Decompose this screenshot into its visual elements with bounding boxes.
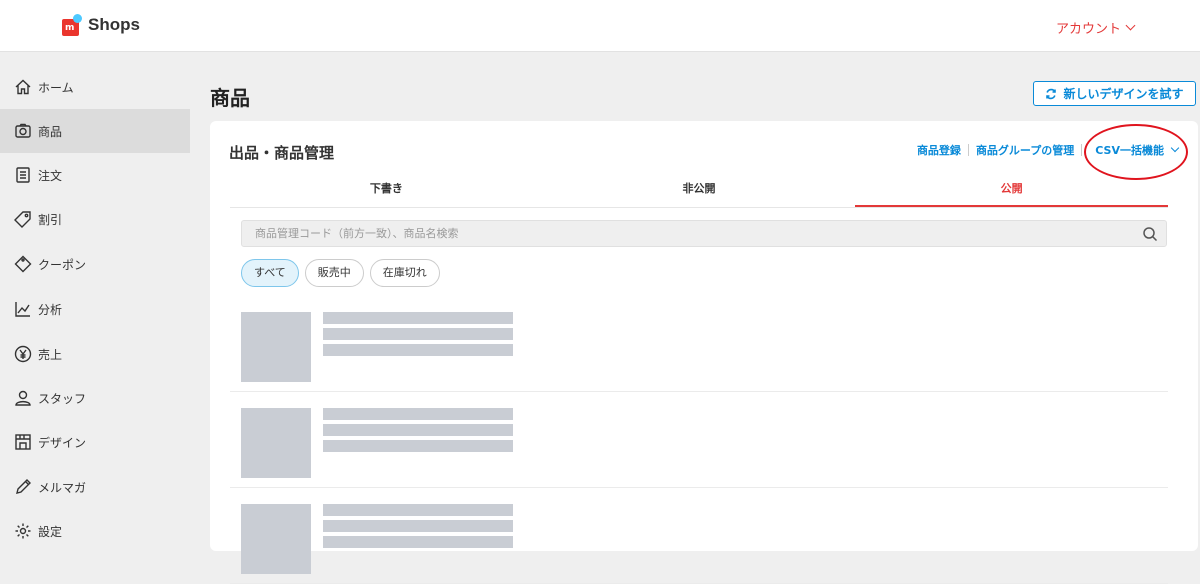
refresh-icon <box>1046 88 1057 99</box>
skeleton-row <box>230 392 1168 488</box>
chart-icon <box>14 300 32 318</box>
sidebar-item-home[interactable]: ホーム <box>0 65 190 109</box>
sidebar-item-label: ホーム <box>38 80 74 95</box>
sidebar-item-label: 割引 <box>38 212 63 227</box>
sidebar-item-discount[interactable]: 割引 <box>0 197 190 241</box>
sidebar-item-label: メルマガ <box>38 480 87 495</box>
skeleton-line <box>323 440 513 452</box>
skeleton-thumbnail <box>241 408 311 478</box>
skeleton-line <box>323 312 513 324</box>
shops-logo[interactable]: m Shops <box>60 14 140 36</box>
logo-text: Shops <box>88 15 140 34</box>
home-icon <box>14 78 32 96</box>
sidebar-item-analytics[interactable]: 分析 <box>0 287 190 331</box>
product-group-link[interactable]: 商品グループの管理 <box>976 142 1074 158</box>
sidebar-item-products[interactable]: 商品 <box>0 109 190 153</box>
skeleton-thumbnail <box>241 504 311 574</box>
sidebar-item-sales[interactable]: 売上 <box>0 332 190 376</box>
sidebar-item-label: 分析 <box>38 302 63 317</box>
skeleton-row <box>230 296 1168 392</box>
store-icon <box>14 433 32 451</box>
stock-filter-group: すべて 販売中 在庫切れ <box>241 259 440 287</box>
filter-all-chip[interactable]: すべて <box>241 259 299 287</box>
sidebar-item-coupon[interactable]: クーポン <box>0 242 190 286</box>
filter-out-of-stock-chip[interactable]: 在庫切れ <box>369 259 440 287</box>
divider <box>967 144 969 156</box>
person-icon <box>14 389 32 407</box>
sidebar-item-newsletter[interactable]: メルマガ <box>0 465 190 509</box>
sidebar-item-label: 注文 <box>38 168 63 183</box>
sidebar: ホーム 商品 注文 割引 クーポン 分析 売上 スタッフ デザイン メルマガ 設… <box>0 53 190 539</box>
search-icon[interactable] <box>1142 226 1158 242</box>
card-title: 出品・商品管理 <box>229 144 335 162</box>
skeleton-line <box>323 424 513 436</box>
list-icon <box>14 166 32 184</box>
account-label: アカウント <box>1055 22 1121 37</box>
register-product-link[interactable]: 商品登録 <box>917 142 961 158</box>
skeleton-line <box>323 408 513 420</box>
tag-icon <box>14 210 32 228</box>
try-new-design-button[interactable]: 新しいデザインを試す <box>1033 81 1196 106</box>
skeleton-line <box>323 344 513 356</box>
sidebar-item-label: クーポン <box>38 257 87 272</box>
status-tabs: 下書き 非公開 公開 <box>230 175 1169 208</box>
sidebar-item-label: 商品 <box>38 124 63 139</box>
sidebar-item-design[interactable]: デザイン <box>0 420 190 464</box>
yen-icon <box>14 345 32 363</box>
sidebar-item-orders[interactable]: 注文 <box>0 153 190 197</box>
skeleton-row <box>230 488 1168 584</box>
sidebar-item-label: 売上 <box>38 347 63 362</box>
pen-icon <box>14 478 32 496</box>
sidebar-item-label: デザイン <box>38 435 87 450</box>
product-search-bar <box>241 220 1167 247</box>
top-header: m Shops アカウント <box>0 0 1200 52</box>
chevron-down-icon <box>1125 20 1136 31</box>
account-menu[interactable]: アカウント <box>1055 18 1136 37</box>
filter-on-sale-chip[interactable]: 販売中 <box>304 259 364 287</box>
sidebar-item-staff[interactable]: スタッフ <box>0 376 190 420</box>
mercari-logo-icon: m <box>60 14 82 36</box>
tab-public[interactable]: 公開 <box>855 175 1169 207</box>
page-title: 商品 <box>210 86 250 110</box>
coupon-icon <box>14 255 32 273</box>
skeleton-line <box>323 328 513 340</box>
skeleton-line <box>323 520 513 532</box>
camera-icon <box>14 122 32 140</box>
sidebar-item-settings[interactable]: 設定 <box>0 509 190 553</box>
try-new-design-label: 新しいデザインを試す <box>1063 87 1184 101</box>
search-input[interactable] <box>255 227 1135 240</box>
skeleton-thumbnail <box>241 312 311 382</box>
product-management-card: 出品・商品管理 商品登録 商品グループの管理 CSV一括機能 下書き 非公開 公… <box>210 121 1198 584</box>
skeleton-line <box>323 504 513 516</box>
divider <box>1081 144 1083 156</box>
gear-icon <box>14 522 32 540</box>
sidebar-item-label: スタッフ <box>38 391 87 406</box>
annotation-circle <box>1084 124 1188 180</box>
tab-draft[interactable]: 下書き <box>230 175 543 207</box>
sidebar-item-label: 設定 <box>38 524 63 539</box>
tab-private[interactable]: 非公開 <box>543 175 856 207</box>
